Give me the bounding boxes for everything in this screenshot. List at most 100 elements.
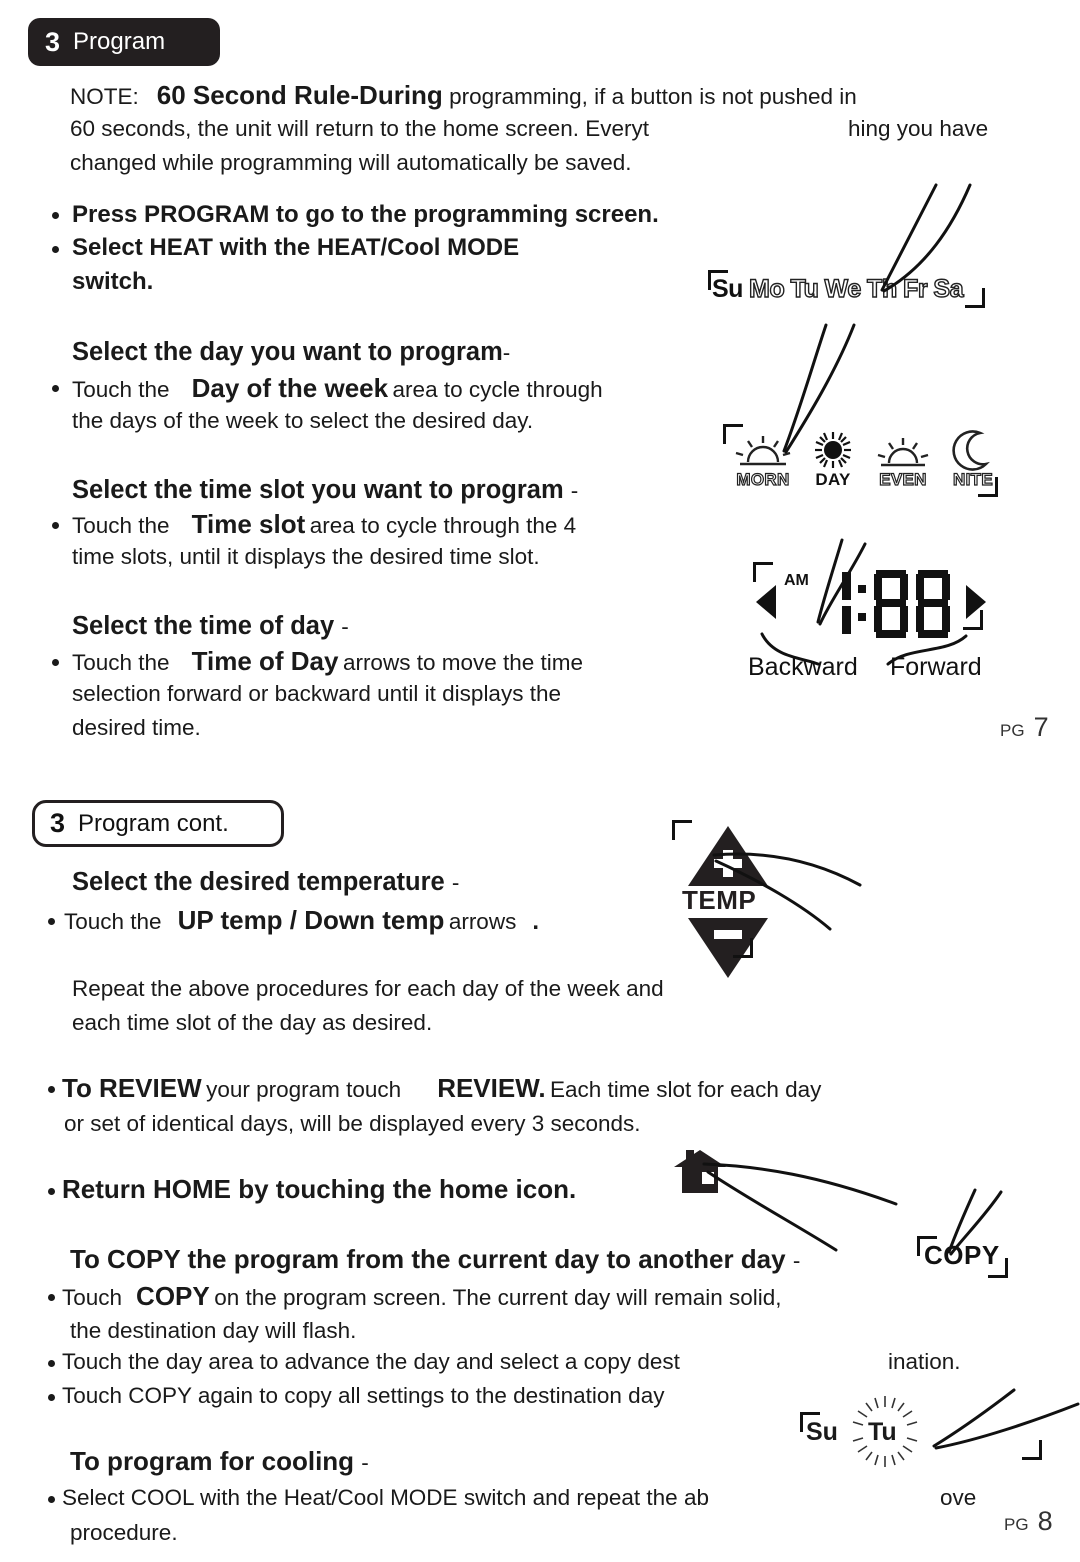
heading-cooling-dash: - bbox=[361, 1450, 369, 1475]
step-copy-2b: ination. bbox=[888, 1349, 961, 1374]
bracket-day-strip-tl bbox=[708, 270, 728, 290]
time-slot-day-label: DAY bbox=[815, 470, 851, 489]
heading-select-slot-text: Select the time slot you want to program bbox=[72, 476, 564, 504]
bracket-slot-row-tl bbox=[723, 424, 743, 444]
copy-b1-post: on the program screen. The current day w… bbox=[214, 1285, 782, 1310]
step-tod-touch: Touch the Time of Day arrows to move the … bbox=[72, 648, 583, 675]
bullet-tod-touch bbox=[52, 659, 59, 666]
step-select-heat-line2: switch. bbox=[72, 268, 154, 295]
slot-touch-post: area to cycle through the 4 bbox=[309, 513, 577, 538]
copy-b1-key: COPY bbox=[136, 1281, 210, 1311]
manual-page: 3 Program NOTE: 60 Second Rule-During pro… bbox=[0, 0, 1080, 1562]
step-tod-touch-line2: selection forward or backward until it d… bbox=[72, 681, 561, 706]
temp-touch-post: arrows bbox=[448, 909, 517, 934]
section-cont-title: Program cont. bbox=[78, 809, 229, 837]
day-touch-bold: Day of the week bbox=[191, 373, 389, 403]
step-copy-1: Touch COPY on the program screen. The cur… bbox=[62, 1283, 782, 1310]
heading-select-slot-dash: - bbox=[570, 478, 579, 503]
bullet-copy-3 bbox=[48, 1394, 55, 1401]
bullet-slot-touch bbox=[52, 522, 59, 529]
heading-select-temperature: Select the desired temperature - bbox=[72, 869, 460, 896]
step-review-line2: or set of identical days, will be displa… bbox=[64, 1111, 641, 1136]
heading-select-time-of-day: Select the time of day - bbox=[72, 612, 349, 640]
review-key: REVIEW. bbox=[437, 1073, 546, 1103]
repeat-line-1: Repeat the above procedures for each day… bbox=[72, 976, 664, 1001]
page-marker-7: PG 7 bbox=[1000, 712, 1049, 743]
section-number: 3 bbox=[45, 26, 61, 57]
note-line1-rest: programming, if a button is not pushed i… bbox=[442, 84, 857, 109]
stylus-pointer-slot bbox=[782, 323, 856, 454]
step-press-program: Press PROGRAM to go to the programming s… bbox=[72, 201, 659, 228]
bracket-clock-br bbox=[963, 610, 983, 630]
stylus-pointer-copy bbox=[947, 1188, 1003, 1256]
bracket-slot-row-br bbox=[978, 477, 998, 497]
pg-label-2: PG bbox=[1004, 1515, 1029, 1534]
stylus-pointer-temp bbox=[712, 852, 862, 931]
bullet-press-program bbox=[52, 212, 59, 219]
step-select-heat-line1: Select HEAT with the HEAT/Cool MODE bbox=[72, 234, 520, 261]
step-slot-touch: Touch the Time slot area to cycle through… bbox=[72, 511, 576, 538]
tod-touch-post: arrows to move the time bbox=[342, 650, 584, 675]
heading-select-tod-dash: - bbox=[341, 614, 349, 639]
note-line-1: NOTE: 60 Second Rule-During programming, … bbox=[70, 82, 857, 109]
time-slot-morn-label: MORN bbox=[736, 469, 790, 489]
step-copy-3: Touch COPY again to copy all settings to… bbox=[62, 1383, 665, 1408]
heading-select-temp-dash: - bbox=[451, 870, 460, 895]
step-return-home: Return HOME by touching the home icon. bbox=[62, 1174, 577, 1204]
heading-select-day-text: Select the day you want to program bbox=[72, 338, 503, 366]
pg-label-1: PG bbox=[1000, 721, 1025, 740]
bullet-select-heat bbox=[52, 246, 59, 253]
step-cooling-line2: procedure. bbox=[70, 1520, 178, 1545]
temp-touch-period: . bbox=[532, 908, 539, 935]
step-tod-touch-line3: desired time. bbox=[72, 715, 201, 740]
day-touch-post: area to cycle through bbox=[392, 377, 603, 402]
stylus-pointer-copy-day bbox=[932, 1388, 1080, 1450]
bullet-home bbox=[48, 1188, 55, 1195]
bracket-temp-tl bbox=[672, 820, 692, 840]
stylus-pointer-day bbox=[880, 183, 972, 293]
copy-b1-pre: Touch bbox=[62, 1285, 123, 1310]
bullet-cooling bbox=[48, 1496, 55, 1503]
tod-touch-bold: Time of Day bbox=[191, 646, 339, 676]
moon-icon bbox=[952, 430, 990, 471]
heading-copy-dash: - bbox=[792, 1248, 801, 1273]
review-rest: Each time slot for each day bbox=[550, 1077, 822, 1102]
step-review: To REVIEW your program touch REVIEW. Each… bbox=[62, 1075, 821, 1102]
bullet-copy-2 bbox=[48, 1360, 55, 1367]
bullet-day-touch bbox=[52, 385, 59, 392]
repeat-line-2: each time slot of the day as desired. bbox=[72, 1010, 433, 1035]
heading-select-tod-text: Select the time of day bbox=[72, 612, 335, 640]
section-title: Program bbox=[73, 28, 166, 55]
heading-select-time-slot: Select the time slot you want to program… bbox=[72, 476, 579, 504]
bracket-copy-day-tl bbox=[800, 1412, 820, 1432]
bracket-copy-tl bbox=[917, 1236, 937, 1256]
day-touch-pre: Touch the bbox=[72, 377, 170, 402]
section-cont-number: 3 bbox=[50, 808, 66, 838]
label-forward: Forward bbox=[890, 653, 982, 681]
temp-touch-bold: UP temp / Down temp bbox=[177, 905, 445, 935]
review-mid: your program touch bbox=[206, 1077, 402, 1102]
step-slot-touch-line2: time slots, until it displays the desire… bbox=[72, 544, 540, 569]
heading-cooling-text: To program for cooling bbox=[70, 1446, 355, 1476]
flash-lines-icon bbox=[852, 1396, 918, 1467]
review-bold: To REVIEW bbox=[62, 1073, 202, 1103]
note-line-2a: 60 seconds, the unit will return to the … bbox=[70, 116, 650, 141]
lcd-day-mo: Mo bbox=[748, 274, 785, 303]
section-badge-program: 3 Program bbox=[28, 18, 220, 66]
pg-number-1: 7 bbox=[1033, 712, 1049, 742]
heading-copy-program: To COPY the program from the current day… bbox=[70, 1246, 800, 1273]
bullet-review bbox=[48, 1086, 55, 1093]
stylus-pointer-clock bbox=[816, 538, 867, 626]
step-cooling-1a: Select COOL with the Heat/Cool MODE swit… bbox=[62, 1485, 709, 1510]
lcd-day-tu: Tu bbox=[790, 274, 820, 303]
step-cooling-1b: ove bbox=[940, 1485, 977, 1510]
heading-copy-text: To COPY the program from the current day… bbox=[70, 1244, 786, 1274]
note-prefix: NOTE: bbox=[70, 84, 139, 109]
step-copy-1-line2: the destination day will flash. bbox=[70, 1318, 357, 1343]
section-badge-program-cont: 3 Program cont. bbox=[32, 800, 284, 847]
page-marker-8: PG 8 bbox=[1004, 1506, 1053, 1537]
bracket-clock-tl bbox=[753, 562, 773, 582]
time-backward-arrow[interactable] bbox=[756, 585, 776, 619]
time-slot-even-label: EVEN bbox=[879, 469, 927, 489]
heading-program-cooling: To program for cooling - bbox=[70, 1448, 369, 1475]
